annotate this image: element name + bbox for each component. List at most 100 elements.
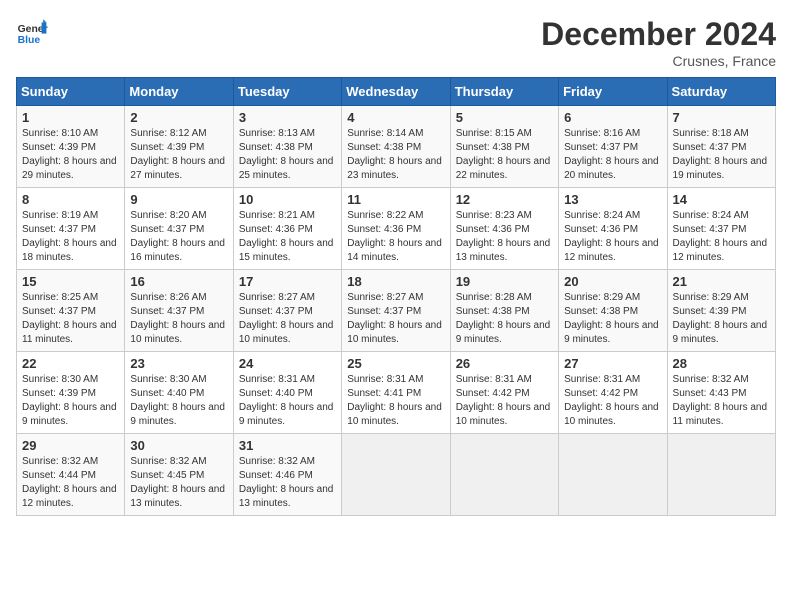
cell-details: Sunrise: 8:31 AMSunset: 4:41 PMDaylight:… <box>347 373 444 429</box>
weekday-header: Tuesday <box>233 78 341 106</box>
calendar-cell <box>667 434 775 516</box>
calendar-cell: 24Sunrise: 8:31 AMSunset: 4:40 PMDayligh… <box>233 352 341 434</box>
day-number: 10 <box>239 192 336 207</box>
calendar-cell: 4 Sunrise: 8:14 AMSunset: 4:38 PMDaylight… <box>342 106 450 188</box>
calendar-cell: 30 Sunrise: 8:32 AMSunset: 4:45 PMDayligh… <box>125 434 233 516</box>
cell-details: Sunrise: 8:32 AMSunset: 4:43 PMDaylight:… <box>673 373 770 429</box>
cell-details: Sunrise: 8:30 AMSunset: 4:39 PMDaylight:… <box>22 373 119 429</box>
day-number: 4 <box>347 110 444 125</box>
calendar-cell: 1Sunrise: 8:10 AMSunset: 4:39 PMDaylight… <box>17 106 125 188</box>
logo-icon: General Blue <box>16 16 48 48</box>
day-number: 1 <box>22 110 119 125</box>
weekday-header: Wednesday <box>342 78 450 106</box>
location: Crusnes, France <box>541 53 776 69</box>
cell-details: Sunrise: 8:31 AMSunset: 4:40 PMDaylight:… <box>239 373 336 429</box>
calendar-cell: 7 Sunrise: 8:18 AMSunset: 4:37 PMDaylight… <box>667 106 775 188</box>
day-number: 26 <box>456 356 553 371</box>
calendar-cell: 12 Sunrise: 8:23 AMSunset: 4:36 PMDayligh… <box>450 188 558 270</box>
calendar-cell: 9 Sunrise: 8:20 AMSunset: 4:37 PMDaylight… <box>125 188 233 270</box>
day-number: 31 <box>239 438 336 453</box>
calendar-cell: 16 Sunrise: 8:26 AMSunset: 4:37 PMDayligh… <box>125 270 233 352</box>
calendar-week-row: 8 Sunrise: 8:19 AMSunset: 4:37 PMDaylight… <box>17 188 776 270</box>
cell-details: Sunrise: 8:23 AMSunset: 4:36 PMDaylight:… <box>456 209 553 265</box>
calendar-cell: 10 Sunrise: 8:21 AMSunset: 4:36 PMDayligh… <box>233 188 341 270</box>
cell-details: Sunrise: 8:27 AMSunset: 4:37 PMDaylight:… <box>239 291 336 347</box>
logo: General Blue <box>16 16 48 48</box>
cell-details: Sunrise: 8:29 AMSunset: 4:38 PMDaylight:… <box>564 291 661 347</box>
cell-details: Sunrise: 8:15 AMSunset: 4:38 PMDaylight:… <box>456 127 553 183</box>
day-number: 11 <box>347 192 444 207</box>
cell-details: Sunrise: 8:28 AMSunset: 4:38 PMDaylight:… <box>456 291 553 347</box>
calendar-cell: 2Sunrise: 8:12 AMSunset: 4:39 PMDaylight… <box>125 106 233 188</box>
day-number: 6 <box>564 110 661 125</box>
cell-details: Sunrise: 8:16 AMSunset: 4:37 PMDaylight:… <box>564 127 661 183</box>
cell-details: Sunrise: 8:32 AMSunset: 4:45 PMDaylight:… <box>130 455 227 511</box>
weekday-header-row: SundayMondayTuesdayWednesdayThursdayFrid… <box>17 78 776 106</box>
calendar-cell: 23Sunrise: 8:30 AMSunset: 4:40 PMDayligh… <box>125 352 233 434</box>
cell-details: Sunrise: 8:19 AMSunset: 4:37 PMDaylight:… <box>22 209 119 265</box>
calendar-cell: 22 Sunrise: 8:30 AMSunset: 4:39 PMDayligh… <box>17 352 125 434</box>
cell-details: Sunrise: 8:13 AMSunset: 4:38 PMDaylight:… <box>239 127 336 183</box>
cell-details: Sunrise: 8:21 AMSunset: 4:36 PMDaylight:… <box>239 209 336 265</box>
calendar-cell: 13 Sunrise: 8:24 AMSunset: 4:36 PMDayligh… <box>559 188 667 270</box>
day-number: 17 <box>239 274 336 289</box>
page-header: General Blue December 2024 Crusnes, Fran… <box>16 16 776 69</box>
cell-details: Sunrise: 8:26 AMSunset: 4:37 PMDaylight:… <box>130 291 227 347</box>
calendar-cell: 18 Sunrise: 8:27 AMSunset: 4:37 PMDayligh… <box>342 270 450 352</box>
calendar-cell: 17 Sunrise: 8:27 AMSunset: 4:37 PMDayligh… <box>233 270 341 352</box>
calendar-cell <box>342 434 450 516</box>
cell-details: Sunrise: 8:20 AMSunset: 4:37 PMDaylight:… <box>130 209 227 265</box>
weekday-header: Saturday <box>667 78 775 106</box>
day-number: 7 <box>673 110 770 125</box>
day-number: 21 <box>673 274 770 289</box>
calendar-cell: 21 Sunrise: 8:29 AMSunset: 4:39 PMDayligh… <box>667 270 775 352</box>
calendar-week-row: 15 Sunrise: 8:25 AMSunset: 4:37 PMDayligh… <box>17 270 776 352</box>
day-number: 3 <box>239 110 336 125</box>
cell-details: Sunrise: 8:25 AMSunset: 4:37 PMDaylight:… <box>22 291 119 347</box>
calendar-cell: 27Sunrise: 8:31 AMSunset: 4:42 PMDayligh… <box>559 352 667 434</box>
month-title: December 2024 <box>541 16 776 53</box>
calendar-week-row: 1Sunrise: 8:10 AMSunset: 4:39 PMDaylight… <box>17 106 776 188</box>
calendar-cell: 19 Sunrise: 8:28 AMSunset: 4:38 PMDayligh… <box>450 270 558 352</box>
cell-details: Sunrise: 8:24 AMSunset: 4:36 PMDaylight:… <box>564 209 661 265</box>
day-number: 22 <box>22 356 119 371</box>
day-number: 18 <box>347 274 444 289</box>
calendar-cell: 28 Sunrise: 8:32 AMSunset: 4:43 PMDayligh… <box>667 352 775 434</box>
day-number: 19 <box>456 274 553 289</box>
calendar-cell: 15 Sunrise: 8:25 AMSunset: 4:37 PMDayligh… <box>17 270 125 352</box>
day-number: 16 <box>130 274 227 289</box>
calendar-cell: 31 Sunrise: 8:32 AMSunset: 4:46 PMDayligh… <box>233 434 341 516</box>
title-block: December 2024 Crusnes, France <box>541 16 776 69</box>
weekday-header: Friday <box>559 78 667 106</box>
cell-details: Sunrise: 8:14 AMSunset: 4:38 PMDaylight:… <box>347 127 444 183</box>
day-number: 13 <box>564 192 661 207</box>
weekday-header: Thursday <box>450 78 558 106</box>
calendar-cell: 26 Sunrise: 8:31 AMSunset: 4:42 PMDayligh… <box>450 352 558 434</box>
cell-details: Sunrise: 8:18 AMSunset: 4:37 PMDaylight:… <box>673 127 770 183</box>
cell-details: Sunrise: 8:32 AMSunset: 4:46 PMDaylight:… <box>239 455 336 511</box>
calendar-cell: 29Sunrise: 8:32 AMSunset: 4:44 PMDayligh… <box>17 434 125 516</box>
calendar-table: SundayMondayTuesdayWednesdayThursdayFrid… <box>16 77 776 516</box>
calendar-cell <box>450 434 558 516</box>
cell-details: Sunrise: 8:32 AMSunset: 4:44 PMDaylight:… <box>22 455 119 511</box>
cell-details: Sunrise: 8:12 AMSunset: 4:39 PMDaylight:… <box>130 127 227 183</box>
cell-details: Sunrise: 8:29 AMSunset: 4:39 PMDaylight:… <box>673 291 770 347</box>
day-number: 30 <box>130 438 227 453</box>
day-number: 14 <box>673 192 770 207</box>
calendar-cell: 25Sunrise: 8:31 AMSunset: 4:41 PMDayligh… <box>342 352 450 434</box>
calendar-cell: 6 Sunrise: 8:16 AMSunset: 4:37 PMDaylight… <box>559 106 667 188</box>
calendar-week-row: 22 Sunrise: 8:30 AMSunset: 4:39 PMDayligh… <box>17 352 776 434</box>
cell-details: Sunrise: 8:30 AMSunset: 4:40 PMDaylight:… <box>130 373 227 429</box>
day-number: 20 <box>564 274 661 289</box>
cell-details: Sunrise: 8:27 AMSunset: 4:37 PMDaylight:… <box>347 291 444 347</box>
day-number: 12 <box>456 192 553 207</box>
day-number: 15 <box>22 274 119 289</box>
day-number: 9 <box>130 192 227 207</box>
day-number: 28 <box>673 356 770 371</box>
calendar-cell: 5Sunrise: 8:15 AMSunset: 4:38 PMDaylight… <box>450 106 558 188</box>
cell-details: Sunrise: 8:31 AMSunset: 4:42 PMDaylight:… <box>564 373 661 429</box>
calendar-cell: 3 Sunrise: 8:13 AMSunset: 4:38 PMDaylight… <box>233 106 341 188</box>
weekday-header: Monday <box>125 78 233 106</box>
cell-details: Sunrise: 8:31 AMSunset: 4:42 PMDaylight:… <box>456 373 553 429</box>
day-number: 8 <box>22 192 119 207</box>
